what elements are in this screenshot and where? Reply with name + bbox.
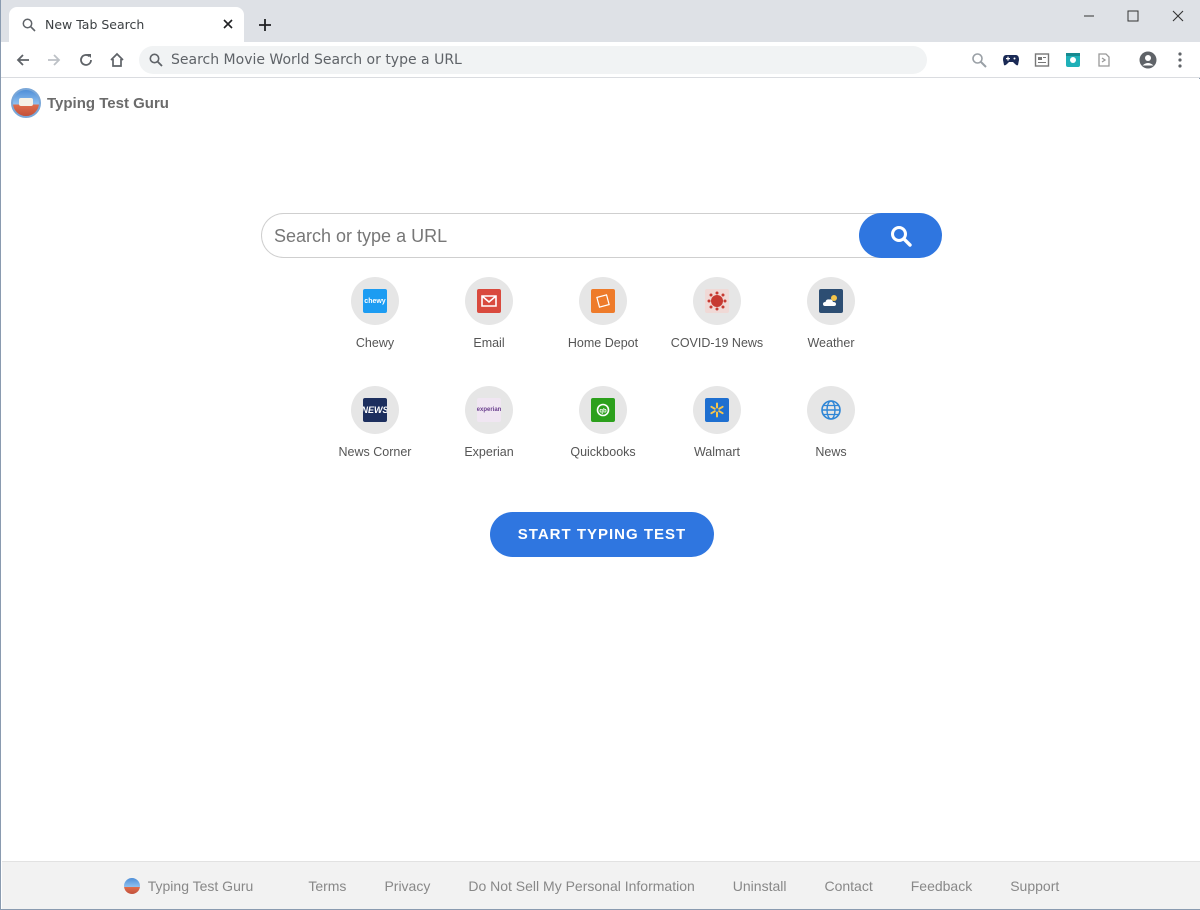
chewy-icon: chewy	[363, 289, 387, 313]
footer-link-do-not-sell[interactable]: Do Not Sell My Personal Information	[468, 878, 694, 894]
svg-text:qb: qb	[599, 409, 607, 415]
tile-circle	[465, 277, 513, 325]
newspaper-extension-icon[interactable]	[1033, 51, 1051, 69]
address-bar-placeholder: Search Movie World Search or type a URL	[171, 52, 462, 68]
footer: Typing Test Guru Terms Privacy Do Not Se…	[2, 861, 1200, 909]
footer-link-privacy[interactable]: Privacy	[384, 878, 430, 894]
covid-icon	[705, 289, 729, 313]
window-close-icon[interactable]	[1168, 6, 1188, 26]
footer-link-support[interactable]: Support	[1010, 878, 1059, 894]
browser-window: New Tab Search Search Movie World Search…	[0, 0, 1200, 910]
puzzle-extension-icon[interactable]	[1095, 51, 1113, 69]
globe-icon	[819, 398, 843, 422]
search-button[interactable]	[859, 213, 942, 258]
page-content: Typing Test Guru chewy Chewy	[2, 79, 1200, 861]
footer-link-uninstall[interactable]: Uninstall	[733, 878, 787, 894]
start-typing-test-button[interactable]: START TYPING TEST	[490, 512, 714, 557]
tile-covid-19-news[interactable]: COVID-19 News	[660, 277, 772, 367]
reload-icon[interactable]	[76, 50, 96, 70]
tab-title: New Tab Search	[45, 17, 145, 32]
tile-circle	[579, 277, 627, 325]
profile-avatar-icon[interactable]	[1139, 51, 1157, 69]
home-depot-icon	[591, 289, 615, 313]
tile-label: Weather	[807, 336, 855, 350]
experian-icon: experian	[477, 398, 501, 422]
email-icon	[477, 289, 501, 313]
tile-circle	[693, 386, 741, 434]
back-arrow-icon[interactable]	[13, 50, 33, 70]
tile-circle	[807, 386, 855, 434]
tile-walmart[interactable]: Walmart	[660, 386, 772, 476]
news-corner-icon: NEWS	[363, 398, 387, 422]
minimize-icon[interactable]	[1079, 6, 1099, 26]
tile-news[interactable]: News	[774, 386, 886, 476]
search-icon	[22, 18, 36, 32]
new-tab-plus-icon[interactable]	[255, 15, 275, 35]
tile-weather[interactable]: Weather	[774, 277, 886, 367]
tile-label: News	[815, 445, 847, 459]
tab-new-tab-search[interactable]: New Tab Search	[9, 7, 244, 42]
search-bar	[261, 213, 942, 258]
home-icon[interactable]	[107, 50, 127, 70]
maximize-icon[interactable]	[1123, 6, 1143, 26]
tile-circle: experian	[465, 386, 513, 434]
weather-icon	[819, 289, 843, 313]
tile-email[interactable]: Email	[432, 277, 544, 367]
tab-strip: New Tab Search	[1, 0, 1200, 42]
brand-header[interactable]: Typing Test Guru	[11, 88, 169, 118]
tile-quickbooks[interactable]: qb Quickbooks	[546, 386, 658, 476]
footer-link-terms[interactable]: Terms	[308, 878, 346, 894]
search-icon	[890, 225, 912, 247]
tile-circle: qb	[579, 386, 627, 434]
browser-toolbar: Search Movie World Search or type a URL	[1, 42, 1200, 78]
tile-circle: NEWS	[351, 386, 399, 434]
tile-experian[interactable]: experian Experian	[432, 386, 544, 476]
close-tab-icon[interactable]	[220, 16, 236, 32]
footer-link-feedback[interactable]: Feedback	[911, 878, 972, 894]
movie-extension-icon[interactable]	[1064, 51, 1082, 69]
typing-test-guru-logo-icon	[123, 878, 140, 894]
zoom-search-extension-icon[interactable]	[970, 51, 988, 69]
tile-news-corner[interactable]: NEWS News Corner	[318, 386, 430, 476]
tile-circle	[807, 277, 855, 325]
footer-brand[interactable]: Typing Test Guru	[123, 878, 254, 894]
search-input[interactable]	[274, 223, 854, 249]
typing-test-guru-logo-icon	[11, 88, 41, 118]
tile-chewy[interactable]: chewy Chewy	[318, 277, 430, 367]
forward-arrow-icon[interactable]	[44, 50, 64, 70]
quickbooks-icon: qb	[591, 398, 615, 422]
footer-brand-name: Typing Test Guru	[147, 878, 254, 894]
gamepad-extension-icon[interactable]	[1002, 51, 1020, 69]
search-icon	[149, 53, 163, 67]
tile-home-depot[interactable]: Home Depot	[546, 277, 658, 367]
footer-link-contact[interactable]: Contact	[824, 878, 872, 894]
tile-circle	[693, 277, 741, 325]
address-bar[interactable]: Search Movie World Search or type a URL	[139, 46, 927, 74]
kebab-menu-icon[interactable]	[1171, 51, 1189, 69]
walmart-icon	[705, 398, 729, 422]
brand-name: Typing Test Guru	[47, 94, 169, 112]
tile-circle: chewy	[351, 277, 399, 325]
search-box	[261, 213, 881, 258]
